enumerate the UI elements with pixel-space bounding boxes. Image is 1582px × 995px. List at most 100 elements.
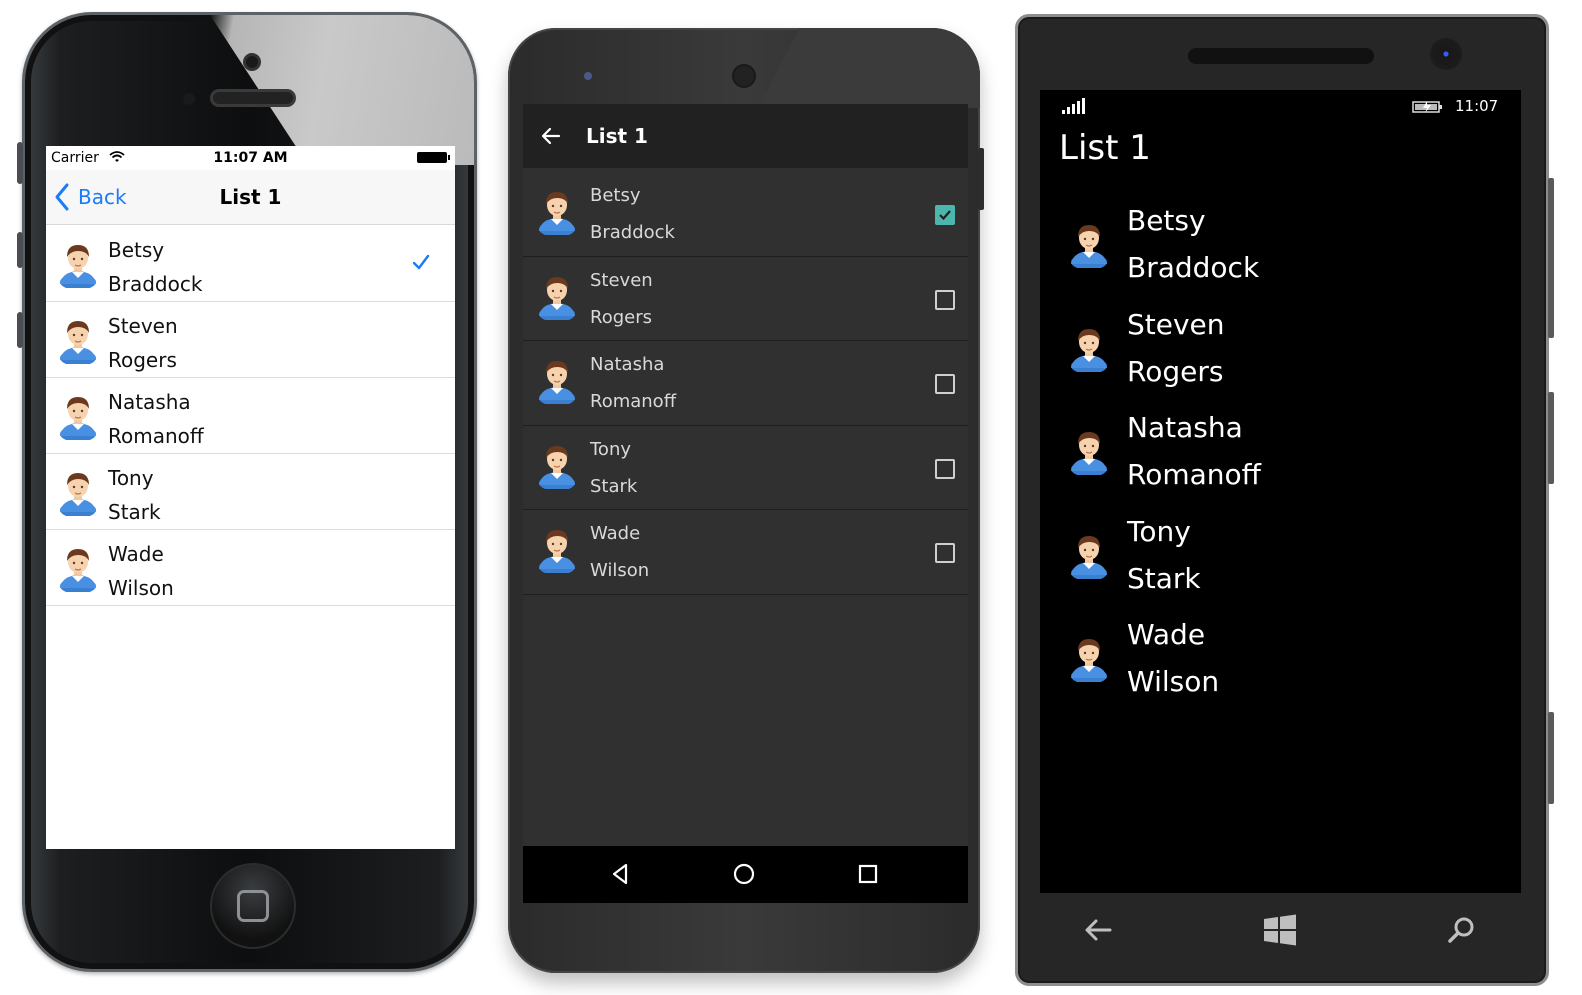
- page-title: List 1: [219, 185, 282, 209]
- avatar-icon: [58, 394, 98, 440]
- recents-square-icon[interactable]: [854, 860, 882, 888]
- checkbox[interactable]: [935, 458, 955, 479]
- power-button[interactable]: [1548, 392, 1554, 484]
- avatar-icon: [58, 242, 98, 288]
- checkbox[interactable]: [935, 543, 955, 563]
- first-name: Steven: [590, 269, 653, 291]
- first-name: Wade: [590, 523, 641, 544]
- last-name: Rogers: [108, 348, 177, 372]
- avatar-icon: [537, 274, 577, 320]
- list-item[interactable]: Tony Stark: [523, 426, 968, 510]
- last-name: Romanoff: [1127, 458, 1261, 491]
- list-item[interactable]: Natasha Romanoff: [1040, 407, 1521, 511]
- windows-screen: 11:07 List 1 Betsy Braddock Steven Roger…: [1040, 90, 1521, 893]
- first-name: Natasha: [108, 390, 191, 414]
- list-item[interactable]: Wade Wilson: [523, 510, 968, 595]
- android-glare: [758, 28, 980, 108]
- home-square-icon: [237, 890, 269, 922]
- signal-strength-icon: [1062, 98, 1085, 114]
- avatar-icon: [1069, 222, 1109, 268]
- checkbox[interactable]: [935, 374, 955, 394]
- back-arrow-icon[interactable]: [1080, 912, 1116, 948]
- avatar-icon: [537, 358, 577, 404]
- first-name: Tony: [590, 438, 632, 460]
- list-item[interactable]: Tony Stark: [1040, 511, 1521, 615]
- avatar-icon: [537, 527, 577, 573]
- back-arrow-icon[interactable]: [541, 126, 561, 146]
- checkbox[interactable]: [935, 289, 955, 310]
- list-item[interactable]: Wade Wilson: [46, 530, 455, 606]
- last-name: Stark: [108, 500, 161, 524]
- list-item[interactable]: Wade Wilson: [1040, 614, 1521, 718]
- ios-screen: Carrier 11:07 AM Back List 1 Betsy Bradd…: [46, 146, 455, 849]
- camera-button[interactable]: [1548, 712, 1554, 804]
- first-name: Steven: [1127, 307, 1225, 341]
- android-app-bar: List 1: [523, 104, 968, 168]
- last-name: Romanoff: [590, 391, 677, 412]
- battery-icon: [417, 152, 450, 163]
- checkmark-icon: [939, 210, 951, 221]
- first-name: Betsy: [1127, 204, 1206, 237]
- avatar-icon: [1069, 429, 1109, 475]
- contact-list: Betsy Braddock Steven Rogers Natasha Rom…: [1040, 200, 1521, 718]
- contact-list: Betsy Braddock Steven Rogers Natasha Rom…: [523, 172, 968, 595]
- list-item[interactable]: Betsy Braddock: [1040, 200, 1521, 304]
- volume-down-button[interactable]: [17, 312, 23, 348]
- first-name: Steven: [108, 314, 178, 338]
- first-name: Betsy: [590, 185, 641, 206]
- ios-navigation-bar: Back List 1: [46, 170, 455, 225]
- home-circle-icon[interactable]: [730, 860, 758, 888]
- status-time: 11:07 AM: [213, 150, 288, 166]
- page-title: List 1: [586, 124, 648, 148]
- list-item[interactable]: Betsy Braddock: [523, 172, 968, 257]
- list-item[interactable]: Steven Rogers: [46, 302, 455, 378]
- list-item[interactable]: Betsy Braddock: [46, 226, 455, 302]
- proximity-sensor: [183, 93, 195, 105]
- earpiece-speaker: [732, 64, 756, 88]
- checkmark-icon: [412, 254, 430, 270]
- list-item[interactable]: Steven Rogers: [1040, 304, 1521, 408]
- first-name: Tony: [1127, 514, 1191, 548]
- last-name: Rogers: [590, 306, 652, 328]
- earpiece-speaker: [210, 89, 296, 107]
- first-name: Wade: [108, 542, 164, 566]
- last-name: Rogers: [1127, 354, 1224, 388]
- power-button[interactable]: [978, 148, 984, 210]
- volume-up-button[interactable]: [17, 232, 23, 268]
- back-triangle-icon[interactable]: [606, 860, 634, 888]
- avatar-icon: [537, 189, 577, 235]
- last-name: Braddock: [1127, 251, 1260, 284]
- battery-charging-icon: [1412, 101, 1442, 113]
- volume-rocker[interactable]: [1548, 178, 1554, 338]
- list-item[interactable]: Tony Stark: [46, 454, 455, 530]
- list-item[interactable]: Steven Rogers: [523, 257, 968, 341]
- last-name: Wilson: [1127, 665, 1220, 698]
- checkbox[interactable]: [935, 205, 955, 225]
- front-camera: [243, 53, 261, 71]
- avatar-icon: [58, 318, 98, 364]
- home-button[interactable]: [210, 863, 296, 949]
- search-icon[interactable]: [1444, 912, 1480, 948]
- first-name: Wade: [1127, 618, 1206, 651]
- last-name: Wilson: [108, 576, 174, 600]
- windows-logo-icon[interactable]: [1262, 912, 1298, 948]
- mute-switch[interactable]: [17, 142, 23, 184]
- avatar-icon: [58, 470, 98, 516]
- last-name: Stark: [590, 475, 638, 497]
- last-name: Braddock: [108, 272, 203, 296]
- avatar-icon: [537, 443, 577, 489]
- contact-list: Betsy Braddock Steven Rogers Natasha Rom…: [46, 226, 455, 606]
- avatar-icon: [1069, 636, 1109, 682]
- avatar-icon: [1069, 326, 1109, 372]
- front-camera: [584, 72, 592, 80]
- first-name: Betsy: [108, 238, 165, 262]
- list-item[interactable]: Natasha Romanoff: [523, 341, 968, 426]
- android-screen: List 1 Betsy Braddock Steven Rogers Nata…: [523, 104, 968, 846]
- earpiece-speaker: [1188, 48, 1374, 64]
- list-item[interactable]: Natasha Romanoff: [46, 378, 455, 454]
- first-name: Natasha: [590, 354, 665, 375]
- last-name: Romanoff: [108, 424, 204, 448]
- first-name: Natasha: [1127, 411, 1243, 444]
- ios-status-bar: Carrier 11:07 AM: [46, 146, 455, 170]
- last-name: Wilson: [590, 560, 650, 581]
